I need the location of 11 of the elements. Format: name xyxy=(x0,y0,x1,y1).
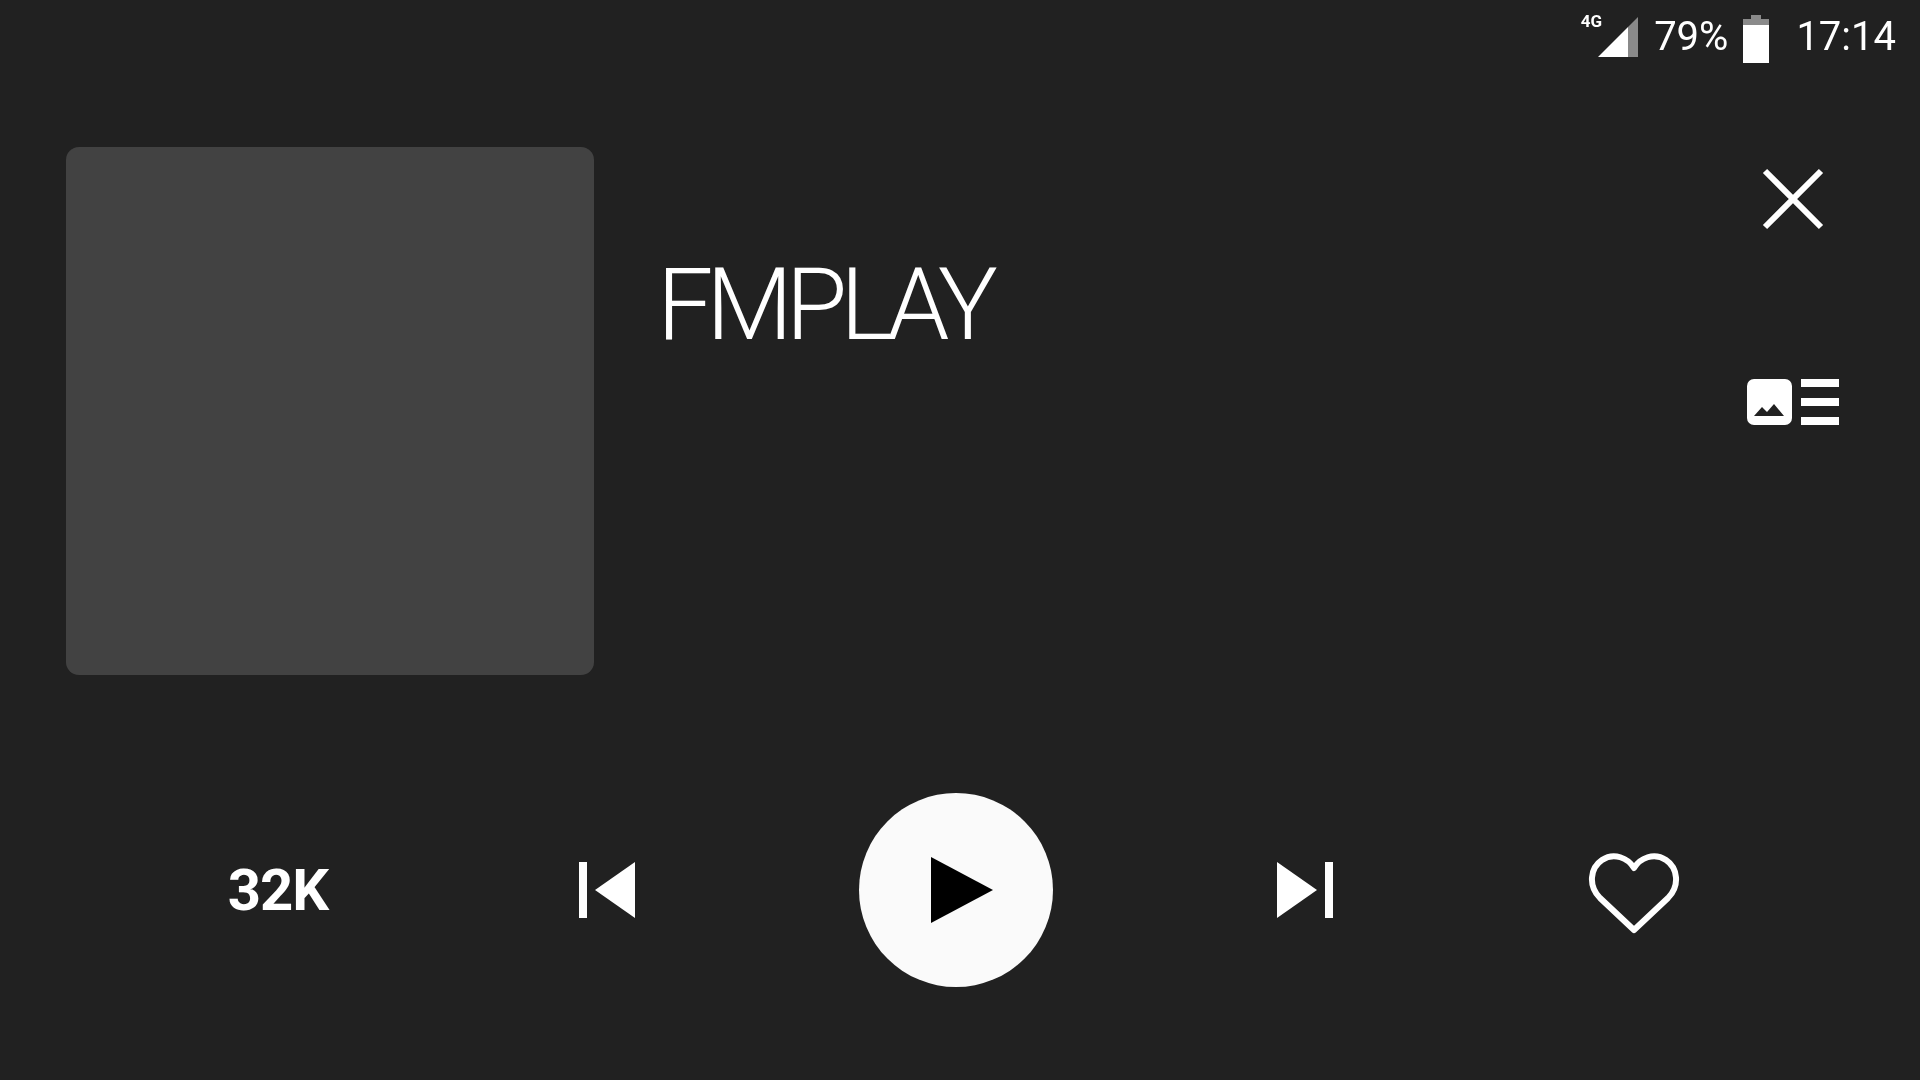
network-type: 4G xyxy=(1580,10,1603,31)
play-icon xyxy=(931,857,993,923)
clock: 17:14 xyxy=(1796,13,1896,60)
next-icon[interactable] xyxy=(1277,862,1333,918)
previous-icon[interactable] xyxy=(579,862,635,918)
bitrate-button[interactable]: 32K xyxy=(227,856,329,924)
battery-percent: 79% xyxy=(1654,13,1729,60)
image-list-icon[interactable] xyxy=(1747,379,1839,425)
close-icon[interactable] xyxy=(1761,167,1825,231)
battery-icon xyxy=(1742,14,1771,63)
track-title: FMPLAY xyxy=(657,247,991,362)
